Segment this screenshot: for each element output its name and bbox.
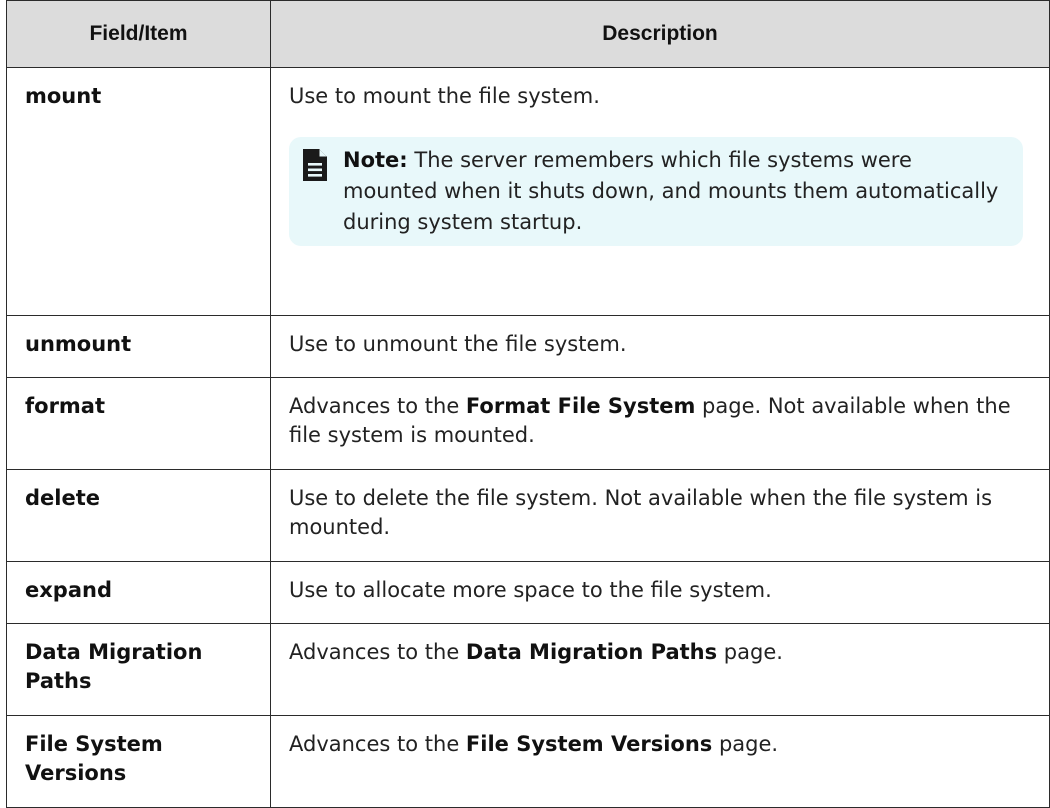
- table-header-row: Field/Item Description: [6, 0, 1050, 68]
- description-text: Use to mount the file system.: [289, 84, 600, 108]
- table-row-unmount: unmount Use to unmount the file system.: [6, 315, 1050, 378]
- field-name: mount: [6, 67, 271, 316]
- note-callout: Note: The server remembers which file sy…: [289, 137, 1023, 246]
- header-field-item: Field/Item: [6, 0, 271, 68]
- document-note-icon: [303, 149, 327, 181]
- desc-text: Advances to the: [289, 640, 466, 664]
- field-description: Use to unmount the file system.: [270, 315, 1050, 378]
- field-name: delete: [6, 469, 271, 562]
- table-row-file-system-versions: File System Versions Advances to the Fil…: [6, 715, 1050, 808]
- field-description: Advances to the Format File System page.…: [270, 377, 1050, 470]
- field-name: Data Migration Paths: [6, 623, 271, 716]
- note-label: Note:: [343, 148, 408, 172]
- field-name: format: [6, 377, 271, 470]
- desc-text: Advances to the: [289, 394, 466, 418]
- note-text: Note: The server remembers which file sy…: [343, 145, 1007, 238]
- field-description: Use to allocate more space to the file s…: [270, 561, 1050, 624]
- desc-page-name: Data Migration Paths: [465, 640, 718, 664]
- desc-text: page.: [712, 732, 779, 756]
- table-row-data-migration-paths: Data Migration Paths Advances to the Dat…: [6, 623, 1050, 716]
- header-description: Description: [270, 0, 1050, 68]
- field-description: Advances to the Data Migration Paths pag…: [270, 623, 1050, 716]
- field-name: unmount: [6, 315, 271, 378]
- desc-page-name: File System Versions: [465, 732, 713, 756]
- desc-page-name: Format File System: [465, 394, 696, 418]
- table-row-expand: expand Use to allocate more space to the…: [6, 561, 1050, 624]
- note-body: The server remembers which file systems …: [343, 148, 999, 234]
- desc-text: Advances to the: [289, 732, 466, 756]
- table-row-delete: delete Use to delete the file system. No…: [6, 469, 1050, 562]
- field-description-table: Field/Item Description mount Use to moun…: [6, 0, 1050, 808]
- desc-text: page.: [717, 640, 783, 664]
- field-description: Use to mount the file system. Note: The …: [270, 67, 1050, 316]
- table-row-mount: mount Use to mount the file system. Note…: [6, 67, 1050, 316]
- table-row-format: format Advances to the Format File Syste…: [6, 377, 1050, 470]
- field-name: File System Versions: [6, 715, 271, 808]
- field-description: Use to delete the file system. Not avail…: [270, 469, 1050, 562]
- field-name: expand: [6, 561, 271, 624]
- field-description: Advances to the File System Versions pag…: [270, 715, 1050, 808]
